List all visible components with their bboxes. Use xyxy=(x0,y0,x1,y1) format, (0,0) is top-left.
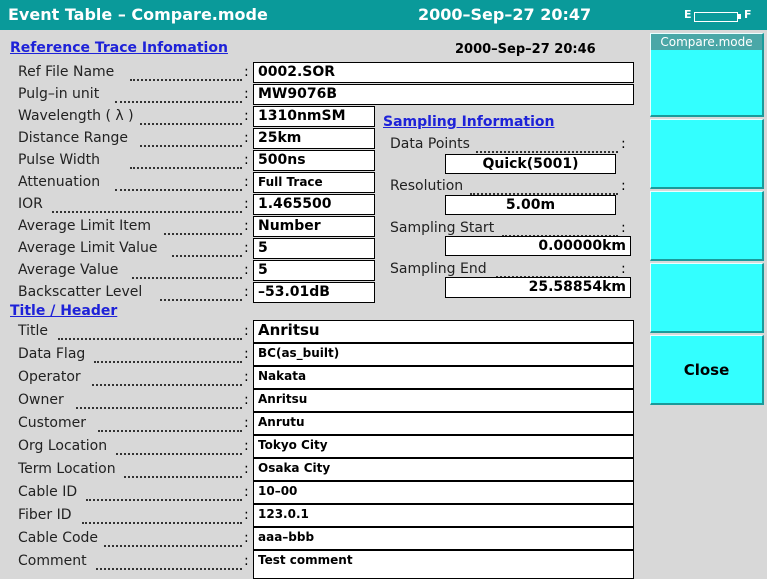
operator-value: Nakata xyxy=(253,366,634,389)
average-limit-item-value: Number xyxy=(253,216,375,237)
window-title: Event Table – Compare.mode xyxy=(8,5,268,24)
cable-id-value: 10–00 xyxy=(253,481,634,504)
field-label: Data Points xyxy=(390,136,470,152)
field-label: Average Limit Value xyxy=(18,240,158,256)
event-table-panel: Reference Trace Infomation 2000–Sep–27 2… xyxy=(0,30,647,579)
owner-value: Anritsu xyxy=(253,389,634,412)
resolution-value: 5.00m xyxy=(445,195,616,215)
field-label: Attenuation xyxy=(18,174,101,190)
sampling-heading: Sampling Information xyxy=(383,114,555,130)
field-label: Distance Range xyxy=(18,130,129,146)
field-label: IOR xyxy=(18,196,43,212)
sampling-start-value: 0.00000km xyxy=(445,236,631,256)
cable-code-value: aaa–bbb xyxy=(253,527,634,550)
data-points-value: Quick(5001) xyxy=(445,154,616,174)
datetime-display: 2000–Sep–27 20:47 xyxy=(418,5,592,24)
attenuation-value: Full Trace xyxy=(253,172,375,193)
wavelength-value: 1310nmSM xyxy=(253,106,375,127)
field-label: Ref File Name xyxy=(18,64,115,80)
close-button[interactable]: Close xyxy=(650,335,764,405)
field-label: Comment xyxy=(18,553,87,569)
title-bar: Event Table – Compare.mode 2000–Sep–27 2… xyxy=(0,0,767,30)
title-value: Anritsu xyxy=(253,320,634,343)
ref-file-name-value: 0002.SOR xyxy=(253,62,634,83)
field-label: Wavelength ( λ ) xyxy=(18,108,134,124)
reference-heading: Reference Trace Infomation xyxy=(10,40,228,56)
backscatter-level-value: –53.01dB xyxy=(253,282,375,303)
comment-value: Test comment xyxy=(253,550,634,579)
field-label: Owner xyxy=(18,392,64,408)
field-label: Backscatter Level xyxy=(18,284,143,300)
field-label: Term Location xyxy=(18,461,116,477)
close-button-label: Close xyxy=(683,361,730,379)
sampling-end-value: 25.58854km xyxy=(445,277,631,298)
field-label: Cable Code xyxy=(18,530,99,546)
field-label: Average Limit Item xyxy=(18,218,151,234)
average-limit-value-value: 5 xyxy=(253,238,375,259)
field-label: Cable ID xyxy=(18,484,78,500)
distance-range-value: 25km xyxy=(253,128,375,149)
softkey-panel: Compare.mode Close xyxy=(647,30,767,579)
field-label: Fiber ID xyxy=(18,507,72,523)
softkey-3[interactable] xyxy=(650,191,764,261)
battery-full-label: F xyxy=(744,8,752,21)
data-flag-value: BC(as_built) xyxy=(253,343,634,366)
org-location-value: Tokyo City xyxy=(253,435,634,458)
field-label: Pulse Width xyxy=(18,152,100,168)
average-value-value: 5 xyxy=(253,260,375,281)
title-header-heading: Title / Header xyxy=(10,303,118,319)
field-label: Title xyxy=(18,323,49,339)
battery-empty-label: E xyxy=(684,8,692,21)
reference-date: 2000–Sep–27 20:46 xyxy=(455,42,596,57)
plugin-unit-value: MW9076B xyxy=(253,84,634,105)
softkey-4[interactable] xyxy=(650,263,764,333)
field-label: Sampling End xyxy=(390,261,487,277)
softkey-2[interactable] xyxy=(650,119,764,189)
field-label: Pulg–in unit xyxy=(18,86,100,102)
field-label: Sampling Start xyxy=(390,220,495,236)
field-label: Operator xyxy=(18,369,81,385)
ior-value: 1.465500 xyxy=(253,194,375,215)
field-label: Average Value xyxy=(18,262,119,278)
field-label: Customer xyxy=(18,415,87,431)
pulse-width-value: 500ns xyxy=(253,150,375,171)
term-location-value: Osaka City xyxy=(253,458,634,481)
customer-value: Anrutu xyxy=(253,412,634,435)
field-label: Resolution xyxy=(390,178,464,194)
softkey-panel-title: Compare.mode xyxy=(651,34,762,50)
battery-icon: E F xyxy=(682,8,754,24)
softkey-1[interactable]: Compare.mode xyxy=(650,33,764,117)
field-label: Data Flag xyxy=(18,346,86,362)
field-label: Org Location xyxy=(18,438,108,454)
fiber-id-value: 123.0.1 xyxy=(253,504,634,527)
